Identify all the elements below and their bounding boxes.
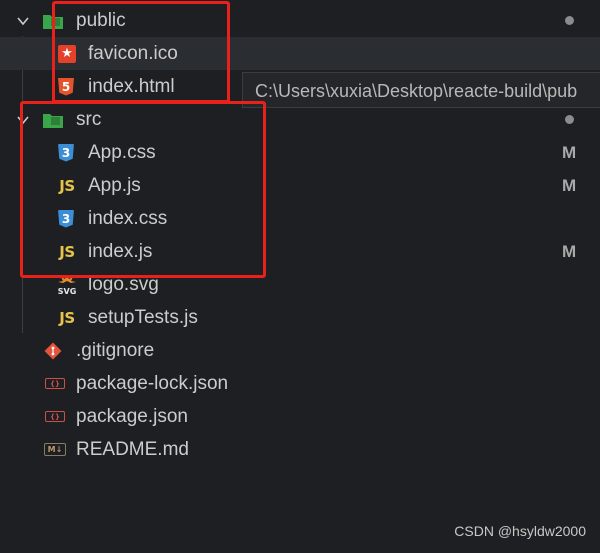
tree-item-label: README.md (76, 438, 189, 460)
tree-item-label: .gitignore (76, 339, 155, 361)
modified-badge: M (562, 175, 577, 195)
highlight-box-public (52, 1, 230, 103)
status-dot (565, 115, 574, 124)
tree-item-label: package-lock.json (76, 372, 229, 394)
modified-badge: M (562, 241, 577, 261)
tree-item-gitignore[interactable]: .gitignore (0, 334, 600, 367)
highlight-box-src (20, 101, 266, 278)
npm-icon: {} (45, 378, 65, 389)
tree-item-package-json[interactable]: {} package.json (0, 400, 600, 433)
npm-icon: {} (45, 411, 65, 422)
path-tooltip: C:\Users\xuxia\Desktop\reacte-build\pub (242, 72, 600, 108)
tree-item-setuptests-js[interactable]: JS setupTests.js (0, 301, 600, 334)
watermark: CSDN @hsyldw2000 (454, 523, 586, 539)
status-dot (565, 16, 574, 25)
chevron-down-icon[interactable] (16, 14, 30, 28)
js-file-icon: JS (59, 308, 75, 327)
git-icon (44, 342, 62, 360)
modified-badge: M (562, 142, 577, 162)
tree-item-readme-md[interactable]: M↓ README.md (0, 433, 600, 466)
markdown-icon: M↓ (44, 443, 66, 456)
tree-item-package-lock-json[interactable]: {} package-lock.json (0, 367, 600, 400)
tree-item-label: setupTests.js (88, 306, 198, 328)
svg-icon-text: SVG (58, 287, 77, 296)
tree-item-label: package.json (76, 405, 188, 427)
